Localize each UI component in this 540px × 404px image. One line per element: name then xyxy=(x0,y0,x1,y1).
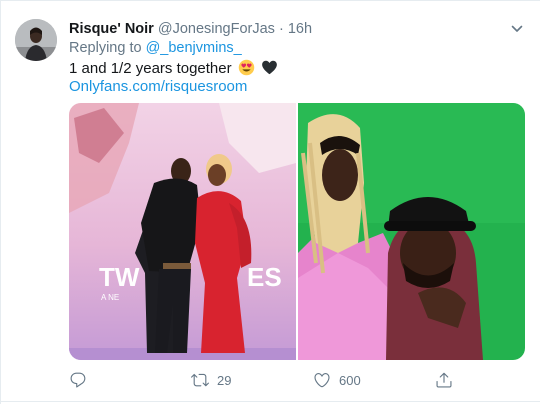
black-heart-emoji xyxy=(261,59,278,80)
reply-icon xyxy=(69,371,87,389)
tweet[interactable]: Risque' Noir @JonesingForJas · 16h Reply… xyxy=(0,0,540,404)
tweet-text: 1 and 1/2 years together xyxy=(69,59,278,80)
reply-button[interactable] xyxy=(69,370,87,390)
like-count: 600 xyxy=(339,372,361,388)
replying-to-user-link[interactable]: @_benjvmins_ xyxy=(146,40,242,56)
display-name[interactable]: Risque' Noir xyxy=(69,21,154,37)
separator-dot: · xyxy=(278,21,284,37)
left-photo-sign-text: TW xyxy=(99,262,140,292)
media-grid: TW ES A NE xyxy=(69,103,525,360)
replying-to-label: Replying to xyxy=(69,40,142,56)
tweet-header: Risque' Noir @JonesingForJas · 16h xyxy=(69,21,312,37)
replying-to: Replying to @_benjvmins_ xyxy=(69,40,242,56)
media-photo-green-screen[interactable] xyxy=(298,103,525,360)
tweet-url-link[interactable]: Onlyfans.com/risquesroom xyxy=(69,78,247,95)
divider xyxy=(0,0,540,1)
heart-icon xyxy=(313,371,331,389)
chevron-down-icon[interactable] xyxy=(510,22,524,36)
avatar[interactable] xyxy=(15,19,57,61)
retweet-icon xyxy=(191,371,209,389)
retweet-count: 29 xyxy=(217,372,232,388)
heart-eyes-emoji xyxy=(238,59,255,80)
tweet-body: 1 and 1/2 years together xyxy=(69,60,232,77)
share-icon xyxy=(435,371,453,389)
divider xyxy=(0,401,540,402)
tweet-actions: 29 600 xyxy=(69,370,525,390)
divider xyxy=(0,0,1,404)
like-button[interactable]: 600 xyxy=(313,370,361,390)
share-button[interactable] xyxy=(435,370,453,390)
left-photo-sign-subtext: A NE xyxy=(101,293,119,302)
left-photo-sign-text-2: ES xyxy=(247,262,282,292)
user-handle[interactable]: @JonesingForJas xyxy=(158,21,275,37)
retweet-button[interactable]: 29 xyxy=(191,370,231,390)
media-photo-couple-kissing[interactable]: TW ES A NE xyxy=(69,103,296,360)
timestamp[interactable]: 16h xyxy=(288,21,312,37)
